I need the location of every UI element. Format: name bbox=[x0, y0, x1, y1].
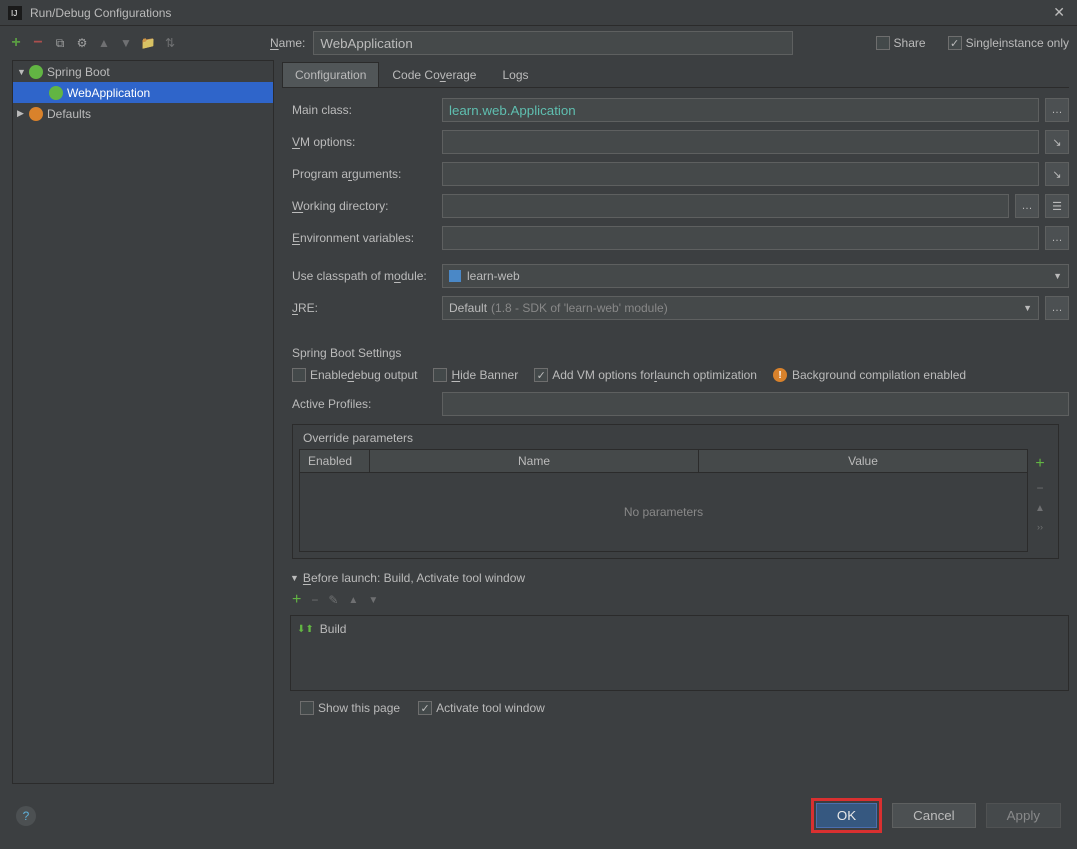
program-args-expand[interactable]: ↘ bbox=[1045, 162, 1069, 186]
window-title: Run/Debug Configurations bbox=[30, 6, 171, 20]
env-vars-input[interactable] bbox=[442, 226, 1039, 250]
name-label: Name: bbox=[270, 36, 305, 50]
close-icon[interactable]: ✕ bbox=[1049, 4, 1069, 21]
settings-icon[interactable]: ⚙ bbox=[74, 35, 90, 51]
apply-button[interactable]: Apply bbox=[986, 803, 1061, 828]
jre-select[interactable]: Default (1.8 - SDK of 'learn-web' module… bbox=[442, 296, 1039, 320]
param-expand-icon[interactable]: ›› bbox=[1037, 522, 1043, 532]
share-checkbox[interactable]: Share bbox=[876, 36, 926, 50]
working-dir-list[interactable]: ☰ bbox=[1045, 194, 1069, 218]
active-profiles-input[interactable] bbox=[442, 392, 1069, 416]
jre-browse[interactable]: … bbox=[1045, 296, 1069, 320]
env-vars-label: Environment variables: bbox=[292, 231, 442, 245]
param-remove-icon[interactable]: − bbox=[1036, 481, 1043, 495]
classpath-select[interactable]: learn-web ▼ bbox=[442, 264, 1069, 288]
activate-tool-checkbox[interactable]: Activate tool window bbox=[418, 701, 545, 715]
before-add-icon[interactable]: + bbox=[292, 591, 301, 609]
before-edit-icon[interactable]: ✎ bbox=[328, 593, 338, 607]
working-dir-browse[interactable]: … bbox=[1015, 194, 1039, 218]
before-down-icon[interactable]: ▼ bbox=[368, 595, 378, 606]
main-class-input[interactable] bbox=[442, 98, 1039, 122]
env-vars-browse[interactable]: … bbox=[1045, 226, 1069, 250]
bg-compile-status: !Background compilation enabled bbox=[773, 368, 966, 382]
sort-icon[interactable]: ⇅ bbox=[162, 35, 178, 51]
program-args-label: Program arguments: bbox=[292, 167, 442, 181]
before-launch-header[interactable]: ▼ Before launch: Build, Activate tool wi… bbox=[290, 571, 1069, 585]
classpath-label: Use classpath of module: bbox=[292, 269, 442, 283]
tree-defaults[interactable]: ▶ Defaults bbox=[13, 103, 273, 124]
hide-banner-checkbox[interactable]: Hide Banner bbox=[433, 368, 518, 382]
tree-webapplication[interactable]: WebApplication bbox=[13, 82, 273, 103]
before-remove-icon[interactable]: − bbox=[311, 593, 318, 607]
override-title: Override parameters bbox=[299, 431, 1052, 449]
cancel-button[interactable]: Cancel bbox=[892, 803, 976, 828]
down-icon[interactable]: ▼ bbox=[118, 35, 134, 51]
before-build-item[interactable]: ⬇⬆ Build bbox=[295, 620, 1064, 638]
enable-debug-checkbox[interactable]: Enable debug output bbox=[292, 368, 417, 382]
tab-logs[interactable]: Logs bbox=[489, 62, 541, 87]
ok-highlight: OK bbox=[811, 798, 882, 833]
tabs: Configuration Code Coverage Logs bbox=[282, 62, 1069, 88]
program-args-input[interactable] bbox=[442, 162, 1039, 186]
config-toolbar: + − ⧉ ⚙ ▲ ▼ 📁 ⇅ bbox=[8, 35, 270, 51]
title-bar: IJ Run/Debug Configurations ✕ bbox=[0, 0, 1077, 26]
param-up-icon[interactable]: ▲ bbox=[1035, 503, 1045, 514]
override-parameters: Override parameters Enabled Name Value N… bbox=[292, 424, 1059, 559]
help-icon[interactable]: ? bbox=[16, 806, 36, 826]
remove-icon[interactable]: − bbox=[30, 35, 46, 51]
svg-text:IJ: IJ bbox=[11, 9, 17, 18]
tab-code-coverage[interactable]: Code Coverage bbox=[379, 62, 489, 87]
before-launch-list: ⬇⬆ Build bbox=[290, 615, 1069, 691]
param-table-empty: No parameters bbox=[300, 473, 1027, 551]
config-tree: ▼ Spring Boot WebApplication ▶ Defaults bbox=[12, 60, 274, 784]
working-dir-input[interactable] bbox=[442, 194, 1009, 218]
app-icon: IJ bbox=[8, 6, 22, 20]
folder-icon[interactable]: 📁 bbox=[140, 35, 156, 51]
working-dir-label: Working directory: bbox=[292, 199, 442, 213]
param-add-icon[interactable]: + bbox=[1035, 455, 1044, 473]
vm-options-expand[interactable]: ↘ bbox=[1045, 130, 1069, 154]
show-this-page-checkbox[interactable]: Show this page bbox=[300, 701, 400, 715]
main-class-label: Main class: bbox=[292, 103, 442, 117]
add-icon[interactable]: + bbox=[8, 35, 24, 51]
tree-spring-boot[interactable]: ▼ Spring Boot bbox=[13, 61, 273, 82]
main-class-browse[interactable]: … bbox=[1045, 98, 1069, 122]
jre-label: JRE: bbox=[292, 301, 442, 315]
param-table-header: Enabled Name Value bbox=[300, 450, 1027, 473]
single-instance-checkbox[interactable]: Single instance only bbox=[948, 36, 1069, 50]
active-profiles-label: Active Profiles: bbox=[292, 397, 442, 411]
before-up-icon[interactable]: ▲ bbox=[348, 595, 358, 606]
add-vm-checkbox[interactable]: Add VM options for launch optimization bbox=[534, 368, 757, 382]
name-input[interactable] bbox=[313, 31, 793, 55]
up-icon[interactable]: ▲ bbox=[96, 35, 112, 51]
vm-options-input[interactable] bbox=[442, 130, 1039, 154]
spring-section-header: Spring Boot Settings bbox=[282, 328, 1069, 368]
tab-configuration[interactable]: Configuration bbox=[282, 62, 379, 87]
ok-button[interactable]: OK bbox=[816, 803, 877, 828]
copy-icon[interactable]: ⧉ bbox=[52, 35, 68, 51]
vm-options-label: VM options: bbox=[292, 135, 442, 149]
